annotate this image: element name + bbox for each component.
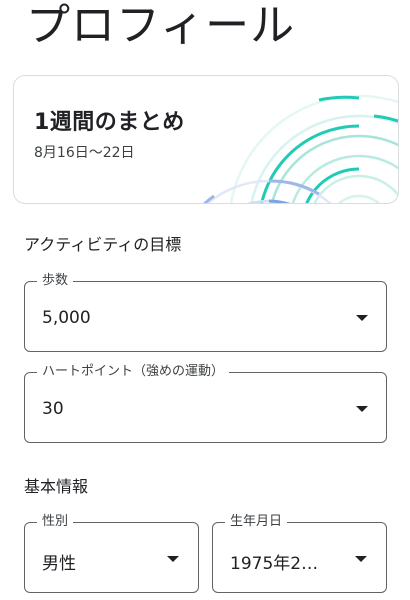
summary-title: 1週間のまとめ (34, 110, 185, 135)
summary-decoration (203, 94, 398, 203)
gender-label: 性別 (37, 513, 74, 531)
chevron-down-icon (356, 406, 368, 412)
heart-points-goal-value: 30 (42, 399, 64, 419)
birthdate-value: 1975年2… (230, 554, 319, 574)
chevron-down-icon (356, 315, 368, 321)
steps-goal-dropdown[interactable]: 歩数 5,000 (24, 272, 387, 352)
gender-value: 男性 (42, 554, 76, 574)
steps-goal-label: 歩数 (37, 272, 74, 290)
chevron-down-icon (355, 556, 367, 562)
basic-info-heading: 基本情報 (24, 477, 89, 496)
chevron-down-icon (167, 556, 179, 562)
weekly-summary-card[interactable]: 1週間のまとめ 8月16日～22日 (13, 75, 399, 204)
gender-dropdown[interactable]: 性別 男性 (24, 513, 199, 593)
birthdate-label: 生年月日 (225, 513, 288, 531)
activity-goals-heading: アクティビティの目標 (24, 235, 182, 254)
summary-date-range: 8月16日～22日 (34, 145, 135, 161)
heart-points-goal-dropdown[interactable]: ハートポイント（強めの運動） 30 (24, 363, 387, 443)
steps-goal-value: 5,000 (42, 308, 91, 328)
heart-points-goal-label: ハートポイント（強めの運動） (37, 363, 230, 381)
birthdate-dropdown[interactable]: 生年月日 1975年2… (212, 513, 387, 593)
page-title: プロフィール (26, 0, 296, 51)
